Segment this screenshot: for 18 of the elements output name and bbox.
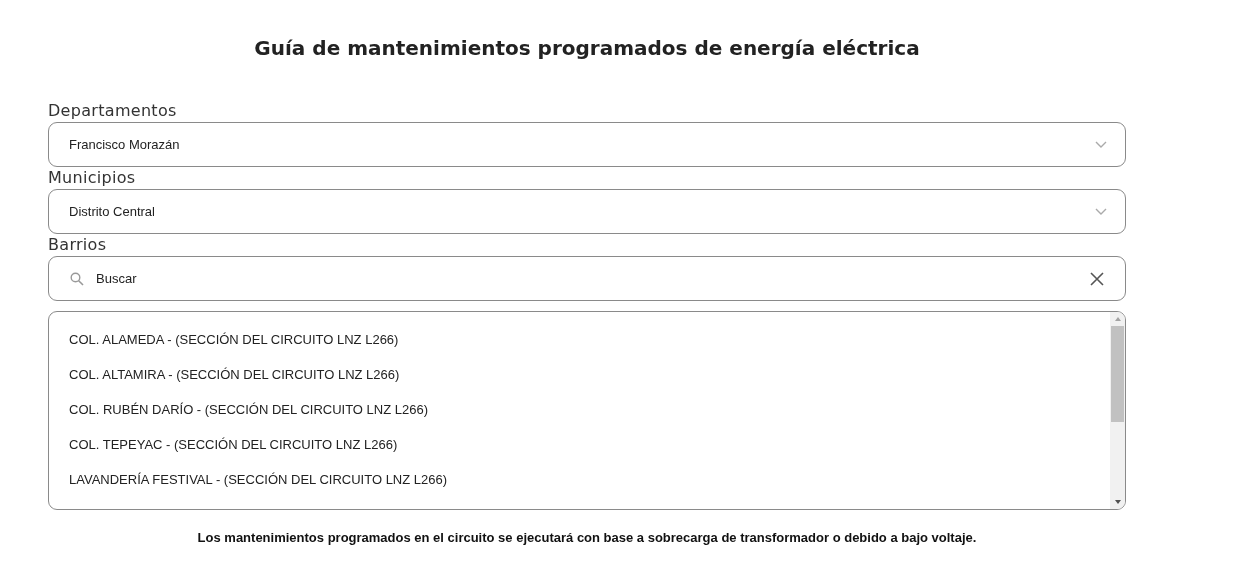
scrollbar[interactable] bbox=[1110, 312, 1125, 509]
list-item[interactable]: COL. ALTAMIRA - (SECCIÓN DEL CIRCUITO LNZ L266) bbox=[49, 364, 1110, 399]
search-field[interactable]: Buscar bbox=[48, 256, 1126, 301]
chevron-down-icon bbox=[1095, 207, 1107, 216]
list-item[interactable]: LAVANDERÍA FESTIVAL - (SECCIÓN DEL CIRCUITO LNZ L266) bbox=[49, 469, 1110, 504]
page-title: Guía de mantenimientos programados de energía eléctrica bbox=[253, 36, 921, 60]
select-field[interactable]: Distrito Central bbox=[48, 189, 1126, 234]
close-icon[interactable] bbox=[1090, 272, 1104, 286]
chevron-down-icon bbox=[1095, 140, 1107, 149]
field-label: Barrios bbox=[48, 234, 108, 256]
list-item[interactable]: COL. TEPEYAC - (SECCIÓN DEL CIRCUITO LNZ L266) bbox=[49, 434, 1110, 469]
list-item[interactable]: COL. ALAMEDA - (SECCIÓN DEL CIRCUITO LNZ L266) bbox=[49, 329, 1110, 364]
select-field[interactable]: Francisco Morazán bbox=[48, 122, 1126, 167]
field-label: Municipios bbox=[48, 167, 137, 189]
list-item[interactable]: COL. RUBÉN DARÍO - (SECCIÓN DEL CIRCUITO LNZ L266) bbox=[49, 399, 1110, 434]
search-icon bbox=[70, 272, 84, 286]
field-label: Departamentos bbox=[48, 100, 178, 122]
info-note: Los mantenimientos programados en el circuito se ejecutará con base a sobrecarga de transformador o debido a bajo voltaje. bbox=[196, 530, 978, 545]
